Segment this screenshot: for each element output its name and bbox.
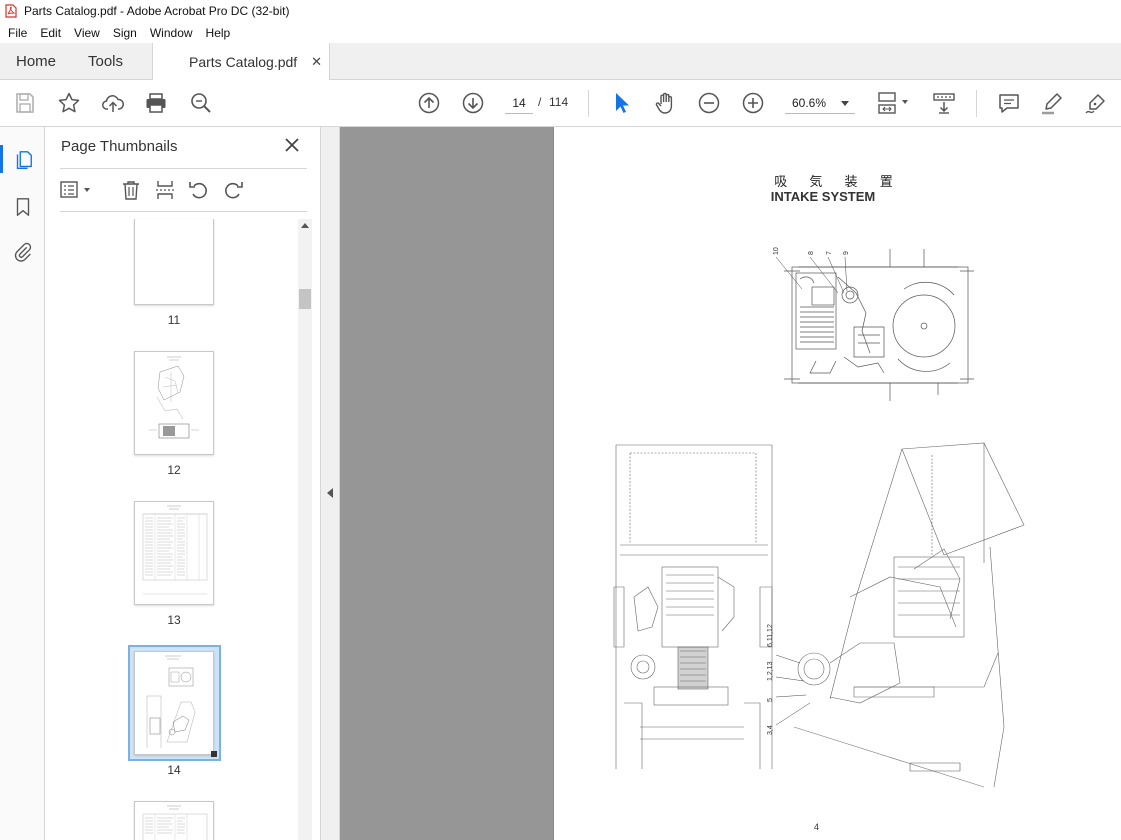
chevron-down-icon [841, 101, 849, 106]
side-view-drawing [793, 442, 1025, 788]
scrollbar-thumb[interactable] [299, 289, 311, 309]
thumbnail-label: 12 [167, 463, 181, 477]
menu-edit[interactable]: Edit [40, 26, 61, 40]
callout-7: 7 [826, 251, 833, 255]
cloud-upload-icon[interactable] [100, 90, 126, 116]
callout-8: 8 [808, 251, 815, 255]
title-bar: Parts Catalog.pdf - Adobe Acrobat Pro DC… [0, 0, 1121, 22]
scroll-mode-icon[interactable] [931, 90, 957, 116]
callout-6-11-12: 6,11,12 [767, 624, 774, 647]
thumbnail-label: 13 [167, 613, 181, 627]
menu-bar: File Edit View Sign Window Help [0, 22, 1121, 43]
thumbnail-image [134, 351, 214, 455]
extract-pages-icon[interactable] [152, 177, 178, 203]
menu-view[interactable]: View [74, 26, 100, 40]
page-layout-icon[interactable] [876, 90, 912, 116]
thumbnail-drawing [146, 655, 196, 748]
page-number: 4 [814, 822, 820, 832]
delete-page-icon[interactable] [118, 177, 144, 203]
arrow-down-circle-icon[interactable] [460, 90, 486, 116]
close-panel-icon[interactable] [282, 135, 302, 155]
thumbnail-resize-handle[interactable] [211, 751, 217, 757]
sign-icon[interactable] [1083, 90, 1109, 116]
hand-icon[interactable] [652, 90, 678, 116]
thumbnail-label: 11 [167, 313, 181, 327]
toolbar-divider [976, 90, 977, 117]
rotate-left-icon[interactable] [186, 177, 212, 203]
page-separator: / [538, 95, 542, 109]
tab-tools[interactable]: Tools [88, 43, 123, 80]
thumbnail-image [134, 651, 214, 755]
active-indicator [0, 145, 3, 173]
rotate-right-icon[interactable] [220, 177, 246, 203]
arrow-up-circle-icon[interactable] [416, 90, 442, 116]
document-tab-label: Parts Catalog.pdf [189, 54, 298, 70]
zoom-level-select[interactable]: 60.6% [785, 92, 855, 114]
window-title: Parts Catalog.pdf - Adobe Acrobat Pro DC… [24, 4, 290, 18]
page-thumbnails-panel: Page Thumbnails 11 12 13 14 [46, 127, 320, 840]
thumbnail-image [134, 801, 214, 840]
current-page-input[interactable]: 14 [505, 92, 533, 114]
tab-document[interactable]: Parts Catalog.pdf ✕ [152, 43, 330, 81]
save-icon[interactable] [12, 90, 38, 116]
comment-icon[interactable] [996, 90, 1022, 116]
panel-divider [60, 168, 307, 169]
document-viewer[interactable]: 吸 気 装 置 INTAKE SYSTEM 10 8 7 9 6,11,12 1… [340, 127, 1121, 840]
cursor-icon[interactable] [608, 90, 634, 116]
panel-title: Page Thumbnails [61, 138, 178, 155]
thumbnail-image [134, 219, 214, 305]
tab-home[interactable]: Home [16, 43, 56, 80]
toolbar-divider [588, 90, 589, 117]
thumbnail-options-icon[interactable] [58, 177, 94, 203]
tab-bar: Home Tools Parts Catalog.pdf ✕ [0, 43, 1121, 81]
attachment-icon[interactable] [10, 239, 36, 265]
highlight-pen-icon[interactable] [1039, 90, 1065, 116]
bookmark-icon[interactable] [10, 194, 36, 220]
collapse-arrow-icon[interactable] [327, 488, 333, 498]
main-toolbar: 14 / 114 60.6% [0, 80, 1121, 127]
panel-collapse-strip[interactable] [320, 127, 340, 840]
menu-help[interactable]: Help [206, 26, 231, 40]
thumbnail-table [142, 505, 208, 595]
navigation-rail [0, 127, 45, 840]
zoom-level-value: 60.6% [792, 95, 827, 110]
thumbnail-drawing [149, 356, 199, 439]
zoom-out-icon[interactable] [696, 90, 722, 116]
star-icon[interactable] [56, 90, 82, 116]
menu-window[interactable]: Window [150, 26, 193, 40]
callout-9: 9 [843, 251, 850, 255]
print-icon[interactable] [143, 90, 169, 116]
thumbnail-label: 14 [167, 763, 181, 777]
menu-file[interactable]: File [8, 26, 27, 40]
total-pages: 114 [549, 95, 569, 109]
pdf-page[interactable]: 吸 気 装 置 INTAKE SYSTEM 10 8 7 9 6,11,12 1… [553, 127, 1121, 840]
zoom-in-icon[interactable] [740, 90, 766, 116]
close-tab-icon[interactable]: ✕ [311, 54, 322, 70]
top-view-drawing [784, 249, 974, 401]
thumbnail-table [142, 805, 208, 840]
scroll-up-icon[interactable] [301, 223, 309, 228]
callout-3-4: 3,4 [767, 725, 774, 735]
callout-1-2-13: 1,2,13 [767, 661, 774, 681]
menu-sign[interactable]: Sign [113, 26, 137, 40]
callout-10: 10 [773, 247, 780, 255]
intake-system-diagram: 10 8 7 9 6,11,12 1,2,13 5 3,4 [613, 247, 1025, 788]
search-icon[interactable] [188, 90, 214, 116]
pdf-app-icon [5, 4, 17, 18]
callout-5: 5 [767, 698, 774, 702]
thumbnail-image [134, 501, 214, 605]
thumbnail-scrollbar[interactable] [298, 219, 312, 840]
page-thumbnails-icon[interactable] [10, 147, 36, 173]
panel-divider [60, 211, 307, 212]
rear-view-drawing [613, 444, 773, 769]
